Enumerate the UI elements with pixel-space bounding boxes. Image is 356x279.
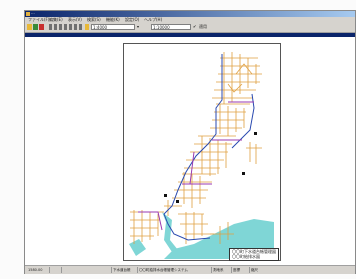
desktop: ... ファイル(F) 編集(E) 表示(V) 検索(S) 機能(K) 設定(O… <box>0 0 356 279</box>
open-icon[interactable] <box>27 24 32 30</box>
window-title: ... <box>31 10 35 15</box>
status-field-2 <box>49 267 59 273</box>
apply-button[interactable]: 適用 <box>199 24 207 30</box>
measure-icon[interactable] <box>69 24 72 30</box>
sewer-lines-north <box>210 52 262 136</box>
status-system-name: 〇〇町給排水台帳管理システム <box>137 267 201 273</box>
pond-area <box>129 239 146 256</box>
status-coordinate: 1580.00 <box>28 268 43 272</box>
stream-area <box>162 212 178 252</box>
status-layer: 下水道台帳 <box>111 267 135 273</box>
dropdown-arrow-icon[interactable]: ▾ <box>137 24 139 30</box>
pipe-network-map <box>129 52 274 259</box>
app-icon <box>26 12 30 16</box>
checkmark-icon[interactable]: ✔ <box>193 24 196 30</box>
status-datum: 測地系 <box>211 267 229 273</box>
scale-dropdown[interactable]: 1:4000 <box>91 24 135 30</box>
map-workspace[interactable]: 〇〇町下水道台帳管理図 〇〇町給排水図 <box>25 37 355 265</box>
status-scale: 縮尺 <box>249 267 265 273</box>
status-coords: 座標 <box>231 267 247 273</box>
map-legend: 〇〇町下水道台帳管理図 〇〇町給排水図 <box>229 248 279 261</box>
select-icon[interactable] <box>64 24 67 30</box>
status-bar: 1580.00 下水道台帳 〇〇町給排水台帳管理システム 測地系 座標 縮尺 <box>25 265 355 274</box>
refresh-icon[interactable] <box>74 24 77 30</box>
status-field-3 <box>61 267 71 273</box>
app-window: ... ファイル(F) 編集(E) 表示(V) 検索(S) 機能(K) 設定(O… <box>24 10 356 274</box>
trunk-mains <box>138 101 254 231</box>
toolbar: 1:4000 ▾ 1:10000 ✔ 適用 <box>25 23 355 33</box>
grid-icon[interactable] <box>79 24 82 30</box>
map-page[interactable]: 〇〇町下水道台帳管理図 〇〇町給排水図 <box>123 43 281 261</box>
zoom-out-icon[interactable] <box>54 24 57 30</box>
facility-markers <box>164 132 257 203</box>
pan-icon[interactable] <box>59 24 62 30</box>
search-icon[interactable] <box>85 24 89 30</box>
save-icon[interactable] <box>33 24 38 30</box>
layer-dropdown[interactable]: 1:10000 <box>151 24 191 30</box>
legend-line-2: 〇〇町給排水図 <box>232 254 260 259</box>
zoom-in-icon[interactable] <box>49 24 52 30</box>
print-icon[interactable] <box>39 24 44 30</box>
